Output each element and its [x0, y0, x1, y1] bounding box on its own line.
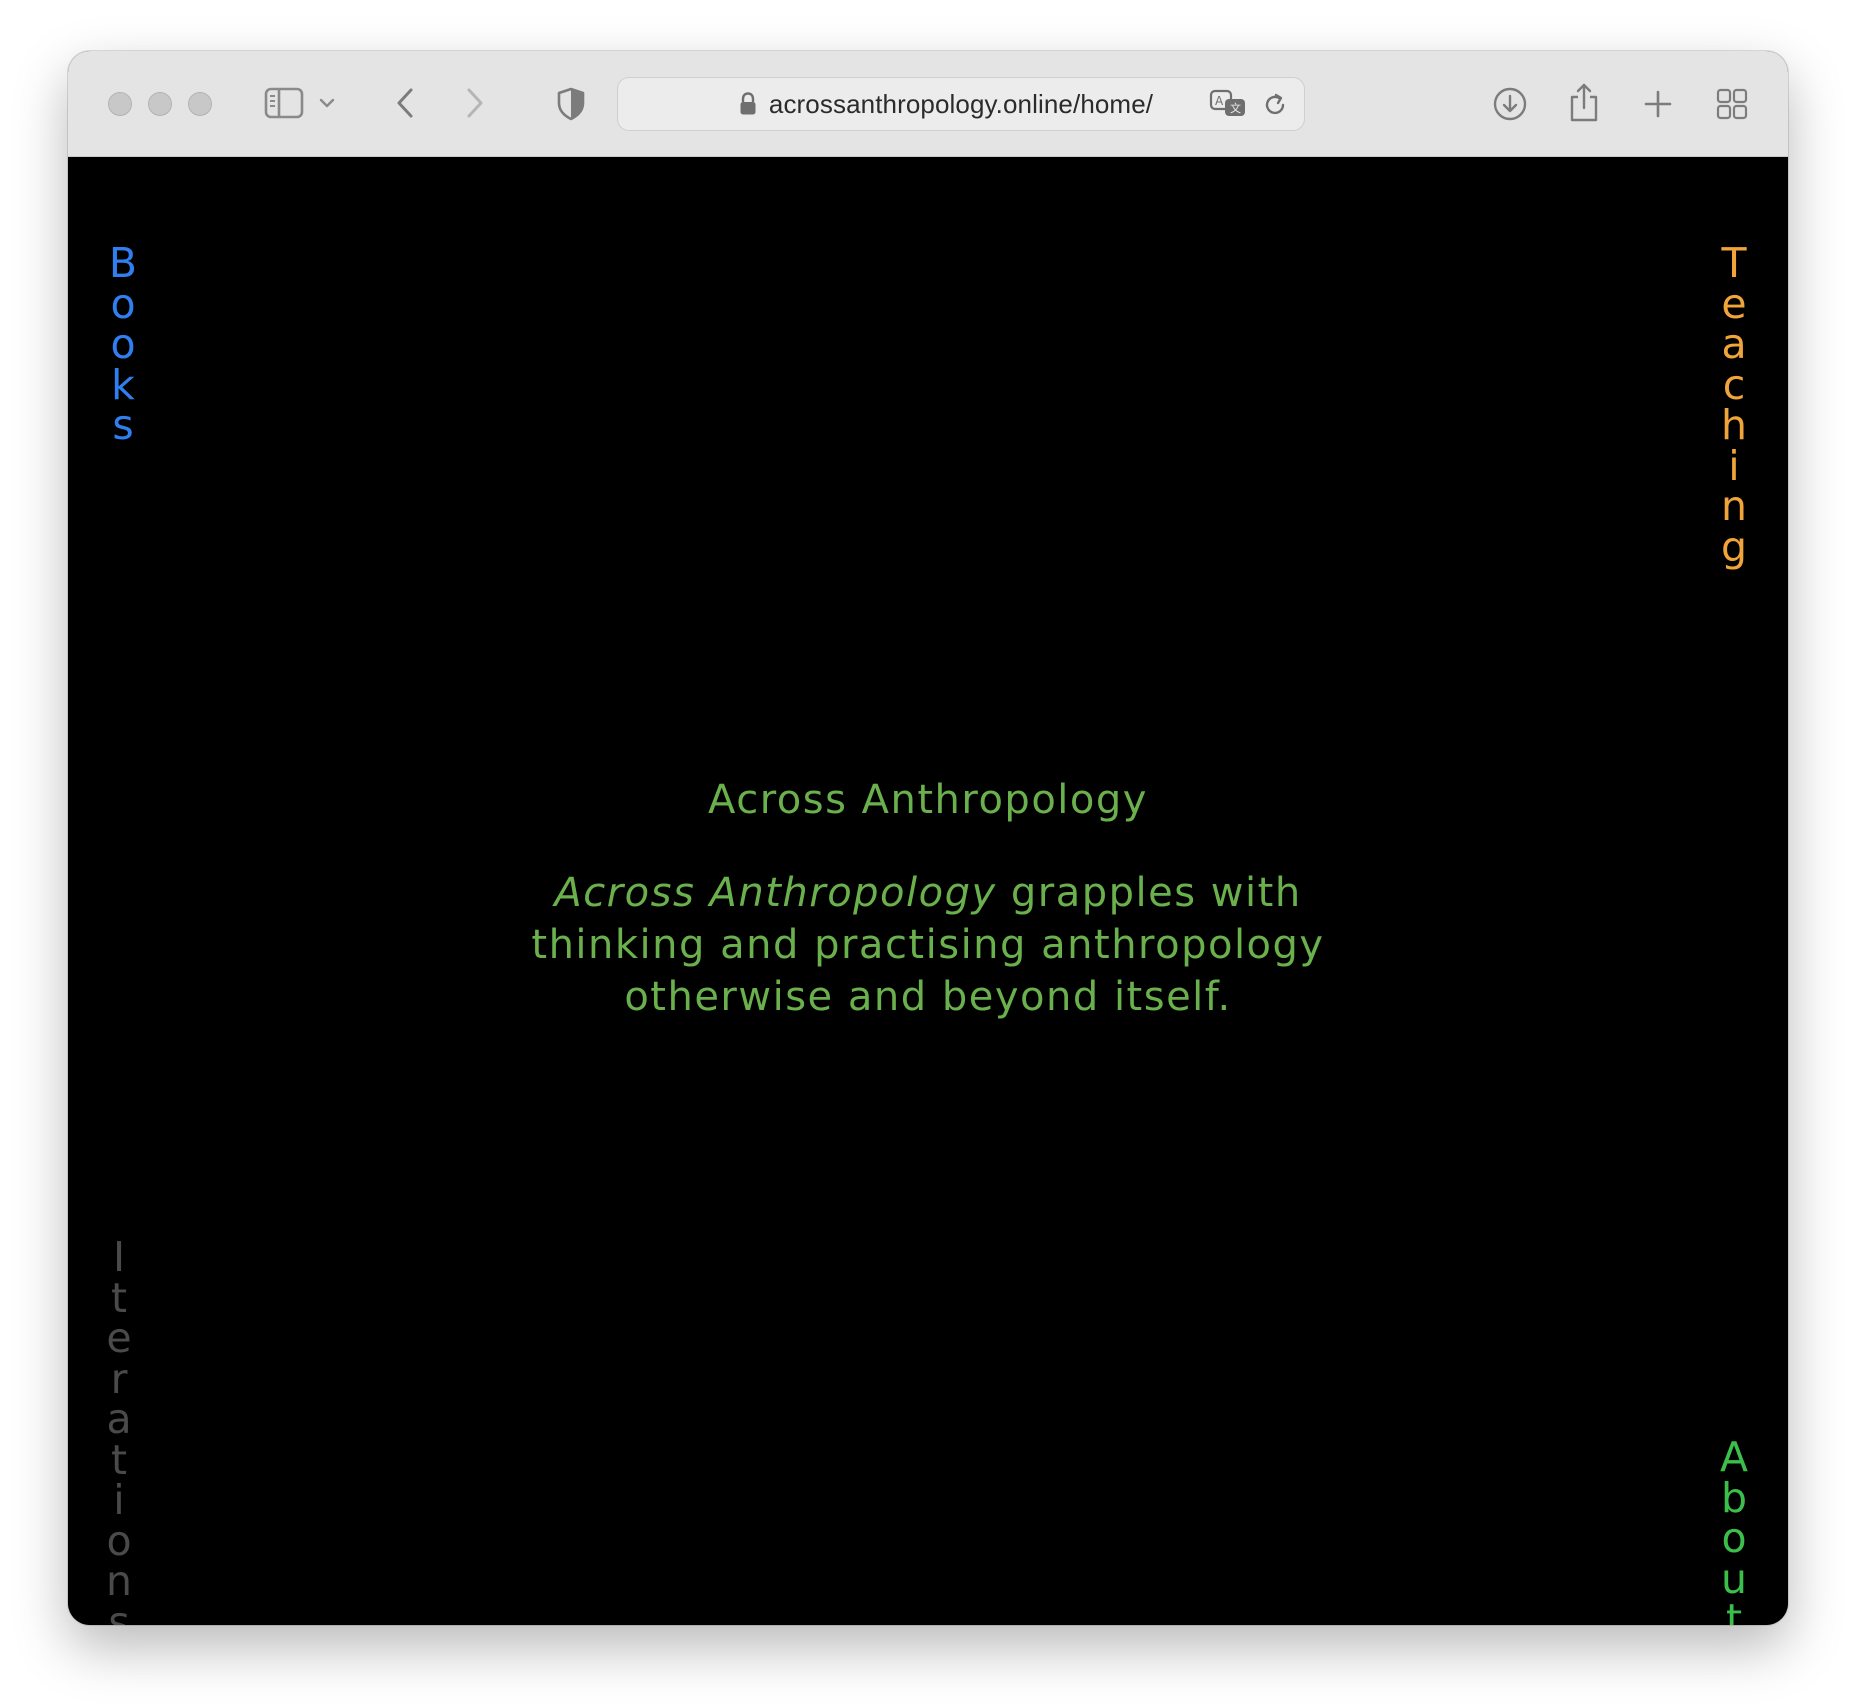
address-bar[interactable]: acrossanthropology.online/home/ A 文	[617, 77, 1305, 131]
description-italic-title: Across Anthropology	[554, 870, 997, 916]
nav-letter: i	[113, 1476, 125, 1524]
nav-letter: s	[108, 1597, 130, 1625]
site-title: Across Anthropology	[708, 777, 1148, 823]
sidebar-toggle-icon[interactable]	[262, 85, 306, 121]
nav-letter: u	[1721, 1554, 1747, 1603]
page-content: Books Teaching Iterations About Across A…	[68, 157, 1788, 1625]
nav-letter: o	[110, 279, 136, 328]
nav-letter: o	[110, 320, 136, 368]
new-tab-icon[interactable]	[1640, 86, 1676, 122]
share-icon[interactable]	[1566, 79, 1602, 125]
nav-letter: B	[108, 239, 138, 287]
nav-letter: i	[1728, 441, 1740, 490]
nav-letter: g	[1720, 522, 1748, 571]
close-window-button[interactable]	[108, 92, 132, 116]
nav-letter: T	[1721, 239, 1747, 287]
description-line-3: otherwise and beyond itself.	[624, 974, 1232, 1020]
zoom-window-button[interactable]	[188, 92, 212, 116]
nav-books-link[interactable]: Books	[103, 243, 143, 446]
browser-toolbar: acrossanthropology.online/home/ A 文	[68, 51, 1788, 157]
minimize-window-button[interactable]	[148, 92, 172, 116]
tab-overview-icon[interactable]	[1714, 86, 1750, 122]
back-icon[interactable]	[390, 83, 420, 123]
nav-letter: h	[1721, 401, 1747, 449]
nav-letter: t	[1725, 1595, 1743, 1625]
site-description: Across Anthropology grapples with thinki…	[68, 867, 1788, 1023]
description-line-1-rest: grapples with	[996, 870, 1302, 916]
url-text: acrossanthropology.online/home/	[768, 88, 1154, 119]
svg-text:A: A	[1215, 94, 1224, 108]
nav-iterations-link[interactable]: Iterations	[99, 1237, 139, 1625]
nav-letter: A	[1719, 1433, 1749, 1481]
description-line-1: Across Anthropology grapples with	[68, 867, 1788, 919]
nav-letter: k	[111, 360, 135, 409]
chevron-down-icon[interactable]	[316, 91, 338, 115]
nav-teaching-link[interactable]: Teaching	[1714, 243, 1754, 567]
nav-letter: b	[1720, 1473, 1748, 1522]
description-line-2: thinking and practising anthropology	[531, 922, 1325, 968]
nav-letter: e	[106, 1314, 132, 1362]
nav-about-link[interactable]: About	[1714, 1437, 1754, 1625]
browser-window: acrossanthropology.online/home/ A 文 B o …	[68, 51, 1788, 1625]
nav-letter: n	[1721, 482, 1747, 530]
nav-letter: n	[106, 1557, 132, 1605]
translate-icon[interactable]: A 文	[1208, 88, 1248, 120]
nav-letter: o	[106, 1516, 132, 1565]
nav-letter: a	[106, 1395, 132, 1443]
privacy-shield-icon[interactable]	[554, 85, 588, 123]
nav-letter: r	[110, 1354, 128, 1403]
nav-letter: e	[1721, 279, 1747, 328]
nav-letter: o	[1721, 1514, 1747, 1562]
nav-letter: c	[1722, 360, 1746, 409]
reload-icon[interactable]	[1260, 90, 1290, 120]
svg-text:文: 文	[1230, 101, 1241, 115]
nav-letter: t	[110, 1435, 128, 1484]
nav-letter: s	[112, 401, 134, 449]
lock-icon	[740, 92, 756, 115]
nav-letter: t	[110, 1273, 128, 1322]
downloads-icon[interactable]	[1490, 84, 1530, 124]
nav-letter: a	[1721, 320, 1747, 368]
nav-letter: I	[112, 1233, 126, 1281]
forward-icon[interactable]	[460, 83, 490, 123]
